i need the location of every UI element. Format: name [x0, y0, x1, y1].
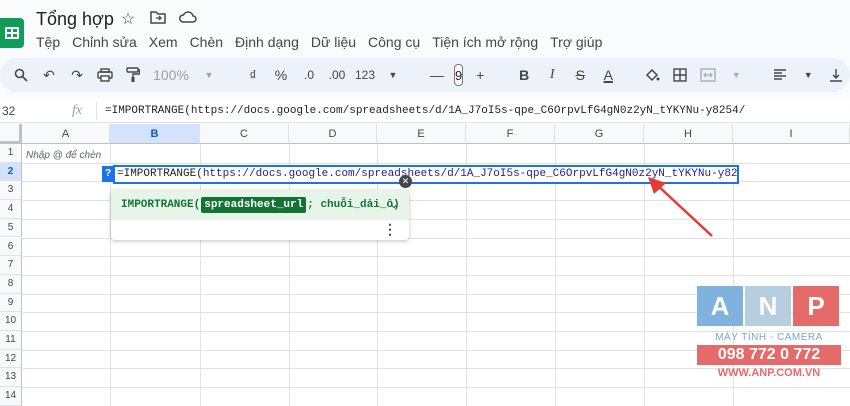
bold-button[interactable]: B: [513, 63, 535, 87]
formula-prefix: =IMPORTRANGE(: [117, 168, 203, 180]
grid-row-line: [22, 162, 850, 164]
menu-help[interactable]: Trợ giúp: [550, 32, 602, 52]
column-header-f[interactable]: F: [466, 124, 555, 144]
red-arrow-icon: [648, 177, 713, 237]
cloud-status-icon[interactable]: [178, 10, 198, 30]
horizontal-align-icon[interactable]: [769, 63, 791, 87]
menu-view[interactable]: Xem: [149, 32, 178, 52]
increase-font-size-button[interactable]: +: [469, 63, 491, 87]
column-header-i[interactable]: I: [733, 124, 850, 144]
star-icon[interactable]: ☆: [118, 10, 138, 30]
menu-format[interactable]: Định dạng: [235, 32, 299, 52]
function-name: IMPORTRANGE(: [121, 199, 201, 211]
font-size-input[interactable]: 9: [454, 64, 464, 86]
chevron-down-icon[interactable]: ⌄: [389, 197, 399, 211]
watermark-phone: 098 772 0 772: [697, 345, 841, 365]
grid-row-line: [22, 274, 850, 276]
row-header-4[interactable]: 4: [0, 200, 22, 219]
formula-input[interactable]: =IMPORTRANGE(https://docs.google.com/spr…: [105, 105, 745, 117]
decrease-decimal-button[interactable]: .0: [298, 63, 320, 87]
column-header-b[interactable]: B: [110, 124, 200, 144]
column-header-c[interactable]: C: [200, 124, 289, 144]
column-header-d[interactable]: D: [289, 124, 377, 144]
column-header-g[interactable]: G: [555, 124, 644, 144]
title-actions: ☆: [118, 10, 198, 30]
row-header-13[interactable]: 13: [0, 368, 22, 388]
print-icon[interactable]: [94, 63, 116, 87]
autocomplete-popup: IMPORTRANGE(spreadsheet_url; chuỗi_dải_ô…: [111, 190, 409, 240]
row-header-14[interactable]: 14: [0, 387, 22, 406]
row-header-1[interactable]: 1: [0, 144, 22, 163]
row-header-10[interactable]: 10: [0, 312, 22, 331]
fill-color-icon[interactable]: [641, 63, 663, 87]
document-title[interactable]: Tổng hợp: [36, 9, 114, 30]
menu-file[interactable]: Tệp: [36, 32, 60, 52]
number-format-button[interactable]: 123: [354, 63, 376, 87]
cell-hint: Nhập @ để chèn: [26, 150, 102, 161]
menu-edit[interactable]: Chỉnh sửa: [72, 32, 137, 52]
chevron-down-icon[interactable]: ▼: [382, 63, 404, 87]
italic-button[interactable]: I: [541, 63, 563, 87]
text-color-button[interactable]: A: [597, 63, 619, 87]
grid-row-line: [22, 256, 850, 258]
row-header-5[interactable]: 5: [0, 218, 22, 238]
remaining-parameters: ; chuỗi_dải_ô): [307, 199, 400, 211]
menu-bar: Tệp Chỉnh sửa Xem Chèn Định dạng Dữ liệu…: [36, 32, 602, 52]
zoom-select[interactable]: 100%: [150, 63, 192, 87]
more-options-icon[interactable]: ⋮: [383, 221, 397, 238]
row-header-11[interactable]: 11: [0, 331, 22, 350]
chevron-down-icon[interactable]: ▼: [797, 63, 819, 87]
menu-data[interactable]: Dữ liệu: [311, 32, 356, 52]
row-header-7[interactable]: 7: [0, 256, 22, 275]
toolbar: ↶ ↷ 100% ▼ ₫ % .0 .00 123 ▼ — 9 + B I S …: [0, 58, 850, 92]
watermark-subtitle: MÁY TÍNH - CAMERA: [715, 332, 823, 343]
percent-format-button[interactable]: %: [270, 63, 292, 87]
increase-decimal-button[interactable]: .00: [326, 63, 348, 87]
name-box[interactable]: 32: [0, 104, 72, 118]
menu-tools[interactable]: Công cụ: [368, 32, 420, 52]
move-folder-icon[interactable]: [148, 10, 168, 30]
chevron-down-icon[interactable]: ▼: [198, 63, 220, 87]
row-header-9[interactable]: 9: [0, 293, 22, 313]
column-header-a[interactable]: A: [22, 124, 110, 144]
row-header-8[interactable]: 8: [0, 274, 22, 294]
currency-format-button[interactable]: ₫: [242, 63, 264, 87]
chevron-down-icon[interactable]: ▼: [725, 63, 747, 87]
borders-icon[interactable]: [669, 63, 691, 87]
grid-column-line: [110, 144, 111, 406]
row-header-2[interactable]: 2: [0, 162, 22, 182]
fx-icon: fx: [72, 102, 83, 118]
active-parameter: spreadsheet_url: [201, 197, 307, 213]
column-header-h[interactable]: H: [644, 124, 733, 144]
vertical-align-icon[interactable]: [825, 63, 847, 87]
row-header-12[interactable]: 12: [0, 349, 22, 369]
anp-watermark: A N P MÁY TÍNH - CAMERA 098 772 0 772 WW…: [697, 286, 841, 402]
paint-format-icon[interactable]: [122, 63, 144, 87]
merge-cells-icon[interactable]: [697, 63, 719, 87]
select-all-corner[interactable]: [0, 124, 22, 144]
watermark-letter: P: [793, 286, 839, 326]
undo-icon[interactable]: ↶: [38, 63, 60, 87]
sheets-app: Tổng hợp ☆ Tệp Chỉnh sửa Xem Chèn Định d…: [0, 0, 850, 406]
watermark-letter: A: [697, 286, 743, 326]
sheets-logo[interactable]: [0, 18, 24, 48]
redo-icon[interactable]: ↷: [66, 63, 88, 87]
search-menus-icon[interactable]: [10, 63, 32, 87]
column-header-e[interactable]: E: [377, 124, 466, 144]
row-header-6[interactable]: 6: [0, 237, 22, 257]
watermark-letter: N: [745, 286, 791, 326]
function-signature[interactable]: IMPORTRANGE(spreadsheet_url; chuỗi_dải_ô…: [111, 190, 409, 220]
strikethrough-button[interactable]: S: [569, 63, 591, 87]
watermark-website: WWW.ANP.COM.VN: [717, 367, 821, 379]
row-header-3[interactable]: 3: [0, 181, 22, 201]
formula-bar: 32 fx =IMPORTRANGE(https://docs.google.c…: [0, 99, 850, 123]
close-icon[interactable]: ✕: [399, 175, 412, 188]
menu-extensions[interactable]: Tiện ích mở rộng: [432, 32, 538, 52]
decrease-font-size-button[interactable]: —: [426, 63, 448, 87]
menu-insert[interactable]: Chèn: [190, 32, 223, 52]
